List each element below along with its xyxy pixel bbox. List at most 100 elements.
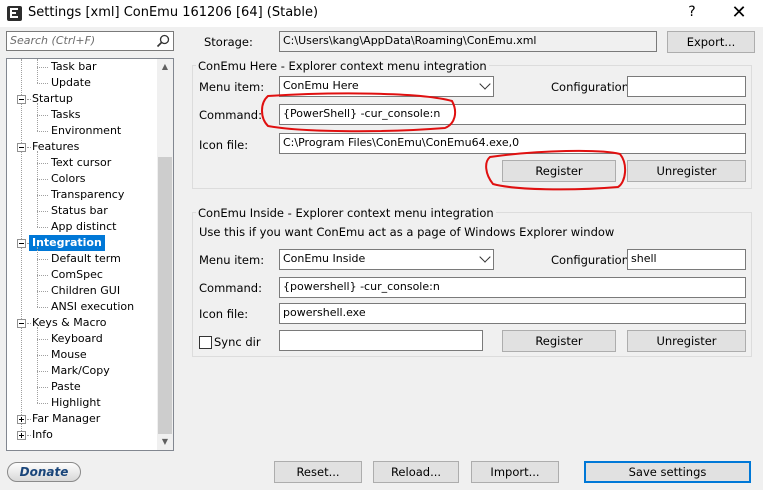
tree-connector — [37, 275, 48, 276]
expand-plus-icon[interactable] — [17, 415, 26, 424]
here-unregister-button[interactable]: Unregister — [627, 160, 746, 182]
inside-command-field[interactable]: {powershell} -cur_console:n — [279, 277, 746, 298]
tree-item[interactable]: Highlight — [51, 395, 101, 411]
search-icon[interactable] — [156, 34, 170, 48]
tree-item[interactable]: Environment — [51, 123, 121, 139]
export-button[interactable]: Export... — [667, 31, 755, 53]
reset-button[interactable]: Reset... — [274, 461, 362, 483]
search-input[interactable]: Search (Ctrl+F) — [6, 31, 174, 51]
conemu-here-legend: ConEmu Here - Explorer context menu inte… — [196, 59, 489, 73]
tree-item[interactable]: Mouse — [51, 347, 87, 363]
chevron-down-icon — [479, 78, 491, 90]
tree-connector — [27, 323, 31, 324]
tree-item[interactable]: ANSI execution — [51, 299, 134, 315]
tree-item[interactable]: Startup — [32, 91, 73, 107]
tree-connector — [37, 371, 48, 372]
collapse-minus-icon[interactable] — [17, 95, 26, 104]
tree-item[interactable]: Keys & Macro — [32, 315, 107, 331]
expand-plus-icon[interactable] — [17, 431, 26, 440]
tree-item[interactable]: Info — [32, 427, 53, 443]
help-button[interactable]: ? — [682, 4, 702, 22]
tree-item[interactable]: Features — [32, 139, 79, 155]
tree-connector — [37, 339, 48, 340]
tree-connector — [37, 387, 48, 388]
here-icon-file-field[interactable]: C:\Program Files\ConEmu\ConEmu64.exe,0 — [279, 133, 746, 154]
title-bar: Settings [xml] ConEmu 161206 [64] (Stabl… — [0, 0, 763, 27]
tree-connector — [37, 83, 48, 84]
sync-dir-label: Sync dir — [214, 335, 261, 349]
tree-item[interactable]: Status bar — [51, 203, 108, 219]
tree-item[interactable]: Colors — [51, 171, 85, 187]
inside-configuration-label: Configuration: — [551, 253, 633, 267]
tree-item[interactable]: Tasks — [51, 107, 80, 123]
tree-connector — [27, 435, 31, 436]
tree-item[interactable]: Paste — [51, 379, 81, 395]
tree-connector — [37, 195, 48, 196]
here-register-button[interactable]: Register — [502, 160, 616, 182]
inside-menu-item-label: Menu item: — [199, 253, 265, 267]
inside-description: Use this if you want ConEmu act as a pag… — [199, 225, 615, 239]
storage-label: Storage: — [204, 35, 253, 49]
tree-connector — [37, 307, 48, 308]
reload-button[interactable]: Reload... — [373, 461, 459, 483]
collapse-minus-icon[interactable] — [17, 239, 26, 248]
tree-item[interactable]: ComSpec — [51, 267, 103, 283]
import-button[interactable]: Import... — [471, 461, 559, 483]
tree-item[interactable]: Integration — [29, 235, 105, 251]
tree-item[interactable]: Keyboard — [51, 331, 103, 347]
donate-button[interactable]: Donate — [7, 462, 81, 482]
tree-connector — [37, 151, 38, 227]
tree-connector — [37, 179, 48, 180]
tree-connector — [37, 59, 38, 83]
tree-scrollbar[interactable]: ▲ ▼ — [157, 59, 173, 450]
scroll-down-icon[interactable]: ▼ — [157, 434, 173, 450]
tree-item[interactable]: Children GUI — [51, 283, 120, 299]
tree-connector — [37, 103, 38, 131]
tree-connector — [37, 247, 38, 307]
tree-connector — [37, 163, 48, 164]
inside-icon-file-field[interactable]: powershell.exe — [279, 303, 746, 324]
tree-item[interactable]: Update — [51, 75, 91, 91]
inside-menu-item-combo[interactable]: ConEmu Inside — [279, 249, 494, 270]
conemu-app-icon — [7, 6, 22, 21]
conemu-inside-legend: ConEmu Inside - Explorer context menu in… — [196, 206, 496, 220]
tree-connector — [37, 131, 48, 132]
inside-configuration-field[interactable]: shell — [627, 249, 746, 270]
tree-connector — [37, 355, 48, 356]
tree-item[interactable]: Default term — [51, 251, 121, 267]
scroll-thumb[interactable] — [158, 157, 172, 434]
here-icon-file-label: Icon file: — [199, 138, 249, 152]
tree-connector — [37, 403, 48, 404]
tree-connector — [37, 227, 48, 228]
save-settings-button[interactable]: Save settings — [584, 461, 751, 483]
tree-connector — [37, 291, 48, 292]
tree-item[interactable]: App distinct — [51, 219, 116, 235]
settings-tree[interactable]: Task bar Update Startup Tasks Environment Fea… — [6, 58, 174, 451]
here-configuration-label: Configuration: — [551, 80, 633, 94]
close-icon[interactable]: ✕ — [725, 1, 753, 25]
sync-dir-checkbox[interactable] — [199, 336, 212, 349]
sync-dir-field[interactable] — [279, 330, 483, 351]
search-placeholder: Search (Ctrl+F) — [10, 34, 96, 47]
tree-item[interactable]: Mark/Copy — [51, 363, 110, 379]
tree-item[interactable]: Text cursor — [51, 155, 111, 171]
tree-connector — [37, 211, 48, 212]
tree-connector — [27, 99, 31, 100]
here-menu-item-value: ConEmu Here — [283, 79, 359, 92]
here-command-field[interactable]: {PowerShell} -cur_console:n — [279, 104, 746, 125]
tree-connector — [37, 67, 48, 68]
chevron-down-icon — [479, 251, 491, 263]
collapse-minus-icon[interactable] — [17, 319, 26, 328]
tree-item[interactable]: Far Manager — [32, 411, 100, 427]
scroll-up-icon[interactable]: ▲ — [157, 59, 173, 75]
collapse-minus-icon[interactable] — [17, 143, 26, 152]
tree-item[interactable]: Task bar — [51, 59, 96, 75]
tree-item[interactable]: Transparency — [51, 187, 124, 203]
here-menu-item-label: Menu item: — [199, 80, 265, 94]
here-menu-item-combo[interactable]: ConEmu Here — [279, 76, 494, 97]
here-configuration-field[interactable] — [627, 76, 746, 97]
inside-unregister-button[interactable]: Unregister — [627, 330, 746, 352]
tree-connector — [37, 259, 48, 260]
inside-icon-file-label: Icon file: — [199, 307, 249, 321]
inside-register-button[interactable]: Register — [502, 330, 616, 352]
